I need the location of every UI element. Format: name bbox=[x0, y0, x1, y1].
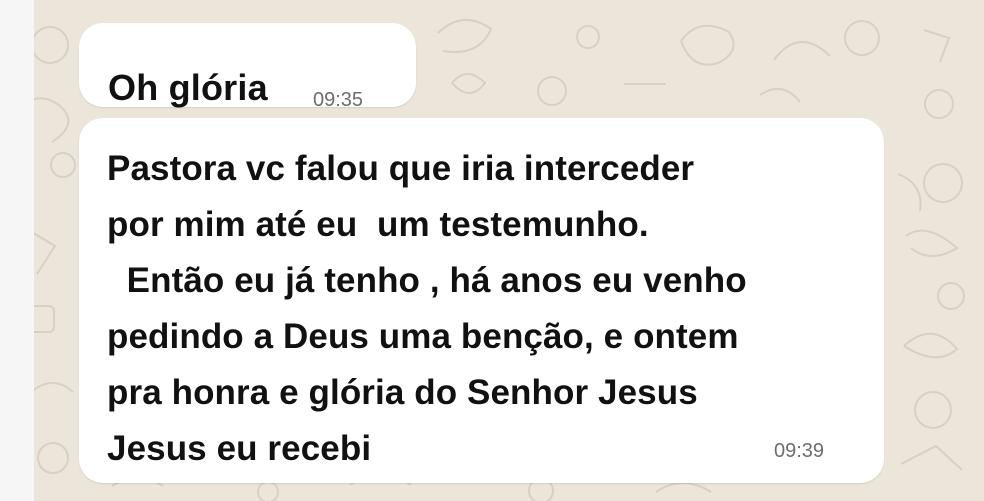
message-time-2: 09:39 bbox=[774, 440, 825, 462]
message-time-1: 09:35 bbox=[313, 89, 364, 111]
chat-background: Oh glória 09:35 Pastora vc falou que iri… bbox=[0, 0, 984, 501]
message-bubble-1[interactable]: Oh glória 09:35 bbox=[79, 23, 416, 111]
message-text-2: Pastora vc falou que iria interceder por… bbox=[107, 149, 747, 468]
left-margin bbox=[0, 0, 34, 501]
message-text-1: Oh glória bbox=[108, 67, 268, 108]
message-bubble-2[interactable]: Pastora vc falou que iria interceder por… bbox=[79, 118, 884, 483]
